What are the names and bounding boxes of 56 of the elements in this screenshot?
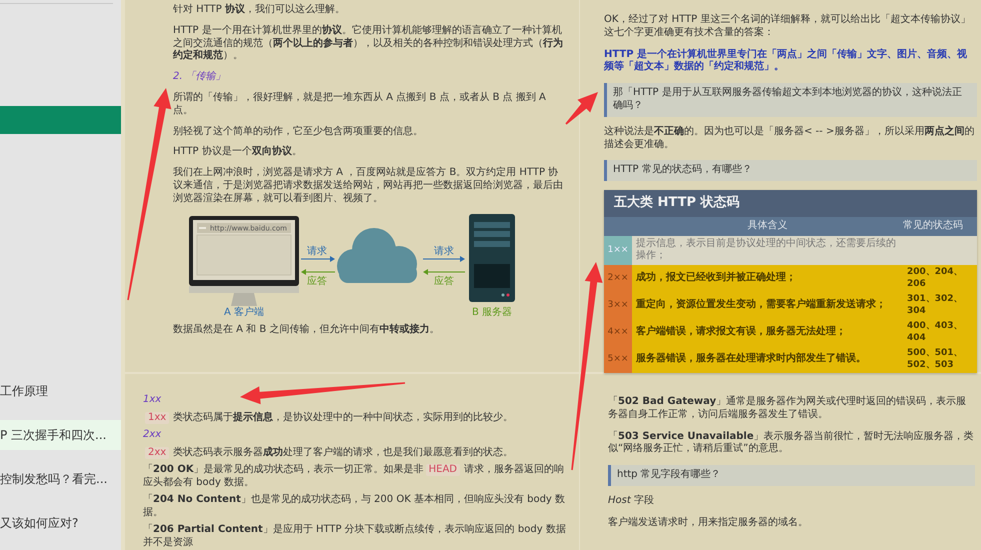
annotation-arrow (565, 92, 598, 125)
client-label: A 客户端 (224, 306, 264, 316)
request-arrow (300, 256, 335, 262)
article-link[interactable]: P 三次握手和四次... (0, 420, 121, 450)
paragraph: HTTP 是一个用在计算机世界里的协议。它使用计算机能够理解的语言确立了一种计算机之间交流通信的规范（两个以上的参与者），以及相关的各种控制和错误处理方式（行为约定和规范）。 (173, 24, 564, 64)
table-cell: 1×× (604, 236, 632, 266)
paragraph: 数据虽然是在 A 和 B 之间传输，但允许中间有中转或接力。 (173, 324, 440, 336)
column-header: 具体含义 (746, 220, 788, 233)
paragraph: 「204 No Content」也是常见的成功状态码，与 200 OK 基本相同，但响应头没有 body 数据。 (143, 494, 566, 519)
paragraph: 别轻视了这个简单的动作，它至少包含两项重要的信息。 (173, 126, 424, 138)
table-cell: 4×× (604, 319, 632, 346)
response-arrow (301, 268, 336, 275)
table-cell: 5×× (604, 346, 632, 374)
highlighted-paragraph: HTTP 是一个在计算机世界里专门在「两点」之间「传输」文字、图片、音频、视频等「超文本」数据的「约定和规范」。 (604, 48, 968, 74)
table-cell: 3×× (604, 292, 632, 320)
article-link[interactable]: 控制发愁吗？看完... (0, 464, 121, 494)
response-arrow (423, 268, 466, 275)
paragraph: 「200 OK」是最常见的成功状态码，表示一切正常。如果是非 HEAD 请求，服务器返回的响应头都会有 body 数据。 (143, 464, 565, 489)
request-arrow (422, 256, 465, 262)
table-cell-text: 成功，报文已经收到并被正确处理； (635, 270, 797, 286)
paragraph: 针对 HTTP 协议，我们可以这么理解。 (173, 4, 346, 17)
section-heading: 2xx (143, 429, 162, 442)
paragraph: 「502 Bad Gateway」通常是服务器作为网关或代理时返回的错误码，表示服务器自身工作正常，访问后端服务器发生了错误。 (608, 396, 968, 422)
table-cell-text: 提示信息，表示目前是协议处理的中间状态，还需要后续的操作； (635, 236, 897, 264)
paragraph: OK，经过了对 HTTP 里这三个名词的详细解释，就可以给出比「超文本传输协议」这七个字更准确更有技术含量的答案： (604, 14, 972, 40)
column-header: 常见的状态码 (903, 220, 964, 233)
paragraph: 这种说法是不正确的。因为也可以是「服务器< -- >服务器」，所以采用两点之间的描述会更准确。 (604, 126, 976, 152)
quote-block: 那「HTTP 是用于从互联网服务器传输超文本到本地浏览器的协议，这种说法正确吗？ (604, 83, 977, 117)
table-cell-text: 400、403、404 (906, 320, 964, 345)
table-cell: 2×× (604, 265, 632, 292)
request-label: 请求 (307, 246, 327, 257)
section-heading: 1xx (143, 394, 162, 406)
paragraph: 所谓的「传输」，很好理解，就是把一堆东西从 A 点搬到 B 点，或者从 B 点 搬到 A 点。 (173, 92, 547, 118)
table-cell-text: 服务器错误，服务器在处理请求时内部发生了错误。 (634, 352, 867, 366)
paragraph: 客户端发送请求时，用来指定服务器的域名。 (608, 516, 809, 530)
response-label: 应答 (307, 276, 327, 287)
request-label: 请求 (434, 246, 454, 257)
paragraph: 「503 Service Unavailable」表示服务器当前很忙，暂时无法响应服务器，类似“网络服务正忙，请稍后重试”的意思。 (608, 430, 975, 456)
paragraph: 1xx 类状态码属于提示信息，是协议处理中的一种中间状态，实际用到的比较少。 (143, 412, 567, 424)
table-title: 五大类 HTTP 状态码 (604, 190, 977, 217)
table-cell-text: 重定向，资源位置发生变动，需要客户端重新发送请求； (635, 297, 887, 312)
paragraph: Host 字段 (608, 494, 655, 508)
quote-block: http 常见字段有哪些？ (608, 465, 975, 486)
paragraph: 我们在上网冲浪时，浏览器是请求方 A ，百度网站就是应答方 B。双方约定用 HTTP 协议来通信，于是浏览器把请求数据发送给网站，网站再把一些数据返回给浏览器，最后由浏览器渲染在屏幕，就可以看到图片、视频了。 (173, 167, 564, 206)
article-link[interactable]: 工作原理 (0, 376, 121, 406)
section-heading: 2. 「传输」 (173, 71, 227, 84)
table-cell-text: 500、501、502、503 (906, 347, 964, 372)
paragraph: 2xx 类状态码表示服务器成功处理了客户端的请求，也是我们最愿意看到的状态。 (143, 446, 567, 459)
paragraph: HTTP 协议是一个双向协议。 (173, 146, 303, 160)
response-label: 应答 (434, 276, 454, 287)
table-cell-text: 客户端错误，请求报文有误，服务器无法处理； (635, 324, 847, 340)
quote-block: HTTP 常见的状态码，有哪些？ (604, 160, 977, 182)
paragraph: 「206 Partial Content」是应用于 HTTP 分块下载或断点续传，表示响应返回的 body 数据并不是资源 (143, 524, 567, 549)
article-link[interactable]: 又该如何应对? (0, 508, 121, 538)
table-cell-text: 301、302、304 (906, 293, 964, 318)
table-cell-text: 200、204、206 (906, 266, 964, 291)
